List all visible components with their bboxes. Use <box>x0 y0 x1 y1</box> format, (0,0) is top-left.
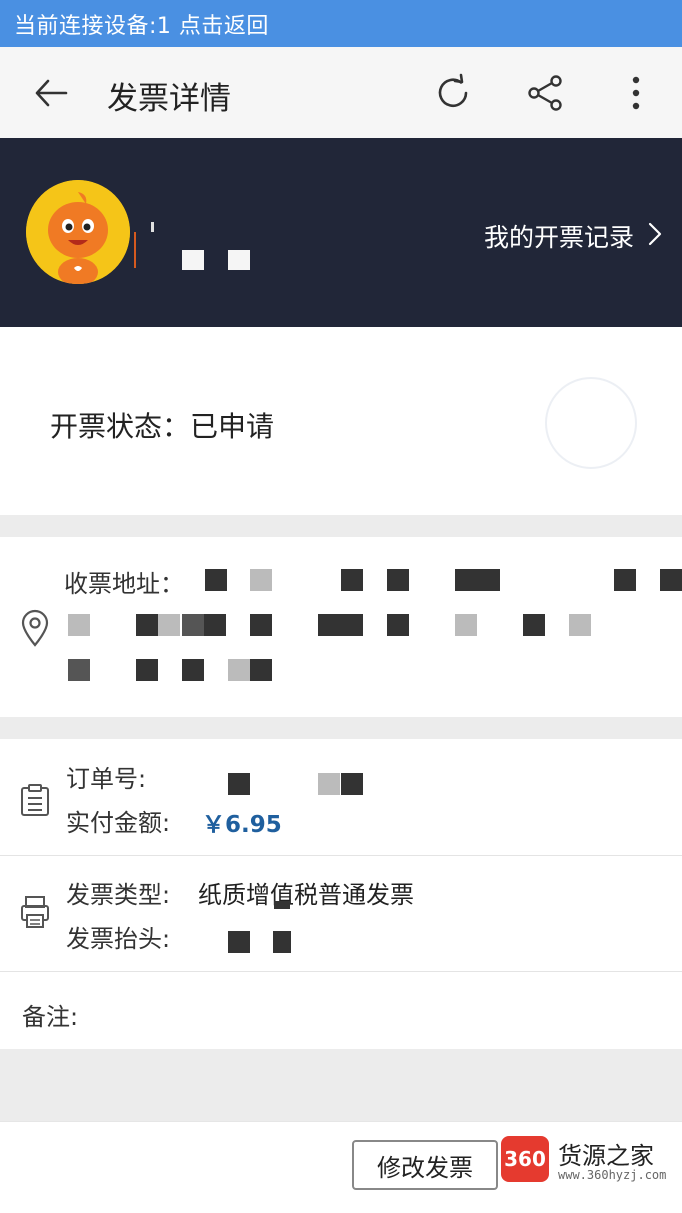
redacted-block <box>274 901 290 909</box>
redacted-block <box>455 614 477 636</box>
order-number-label: 订单号: <box>66 765 147 793</box>
redacted-block <box>182 659 204 681</box>
avatar[interactable] <box>26 180 130 284</box>
redacted-block <box>569 614 591 636</box>
paid-amount-value: ￥6.95 <box>202 812 282 838</box>
redacted-block <box>68 659 90 681</box>
invoice-status-text: 开票状态：已申请 <box>50 410 275 443</box>
redacted-block <box>136 614 158 636</box>
redacted-block <box>523 614 545 636</box>
redacted-name <box>182 250 204 270</box>
section-gap <box>0 515 682 537</box>
redacted-block <box>158 614 180 636</box>
share-icon[interactable] <box>520 68 570 118</box>
redacted-block <box>318 614 363 636</box>
page-title: 发票详情 <box>107 81 231 117</box>
modify-invoice-button[interactable]: 修改发票 <box>352 1140 498 1190</box>
status-bar[interactable]: 当前连接设备:1 点击返回 <box>0 0 682 47</box>
redacted-block <box>455 569 500 591</box>
redacted-block <box>387 569 409 591</box>
stamp-watermark <box>545 377 637 469</box>
location-pin-icon <box>20 609 50 651</box>
my-invoice-records-link[interactable]: 我的开票记录 <box>484 218 662 254</box>
redacted-block <box>250 614 272 636</box>
redacted-block <box>250 569 272 591</box>
chevron-right-icon <box>648 222 662 246</box>
redacted-order-number <box>341 773 363 795</box>
top-app-bar: 发票详情 <box>0 47 682 139</box>
section-gap <box>0 717 682 739</box>
watermark-name: 货源之家 <box>558 1142 654 1170</box>
redacted-block <box>182 614 204 636</box>
redacted-block <box>228 659 250 681</box>
redacted-block <box>204 614 226 636</box>
redacted-block <box>250 659 272 681</box>
clipboard-icon <box>20 783 50 821</box>
invoice-type-value: 纸质增值税普通发票 <box>198 881 414 909</box>
status-bar-text[interactable]: 当前连接设备:1 点击返回 <box>14 8 269 40</box>
remark-label: 备注: <box>22 1003 79 1031</box>
redacted-invoice-title <box>228 931 250 953</box>
watermark-logo: 360 <box>501 1136 549 1182</box>
remark-section: 备注: <box>0 971 682 1050</box>
redacted-block <box>614 569 636 591</box>
divider <box>0 855 682 856</box>
address-label: 收票地址： <box>64 570 184 598</box>
records-link-label[interactable]: 我的开票记录 <box>484 223 634 252</box>
redacted-name <box>228 250 250 270</box>
redacted-name <box>151 222 154 232</box>
redacted-block <box>68 614 90 636</box>
more-vertical-icon[interactable] <box>611 68 661 118</box>
redacted-order-number <box>228 773 250 795</box>
redacted-block <box>387 614 409 636</box>
printer-icon <box>20 895 50 933</box>
refresh-icon[interactable] <box>428 68 478 118</box>
watermark-url: www.360hyzj.com <box>558 1168 667 1182</box>
invoice-title-label: 发票抬头: <box>66 925 171 953</box>
address-section: 收票地址： <box>0 537 682 717</box>
back-arrow-icon[interactable] <box>26 68 76 118</box>
redacted-block <box>341 569 363 591</box>
redacted-block <box>136 659 158 681</box>
paid-amount-label: 实付金额: <box>66 809 171 837</box>
avatar-accent <box>134 232 136 268</box>
redacted-order-number <box>318 773 340 795</box>
bottom-gap <box>0 1049 682 1121</box>
redacted-block <box>205 569 227 591</box>
order-invoice-section: 订单号: 实付金额: ￥6.95 发票类型: 纸质增值税普通发票 发票抬头: <box>0 739 682 971</box>
redacted-invoice-title <box>273 931 291 953</box>
invoice-status-section: 开票状态：已申请 <box>0 327 682 515</box>
redacted-block <box>660 569 682 591</box>
invoice-type-label: 发票类型: <box>66 881 171 909</box>
